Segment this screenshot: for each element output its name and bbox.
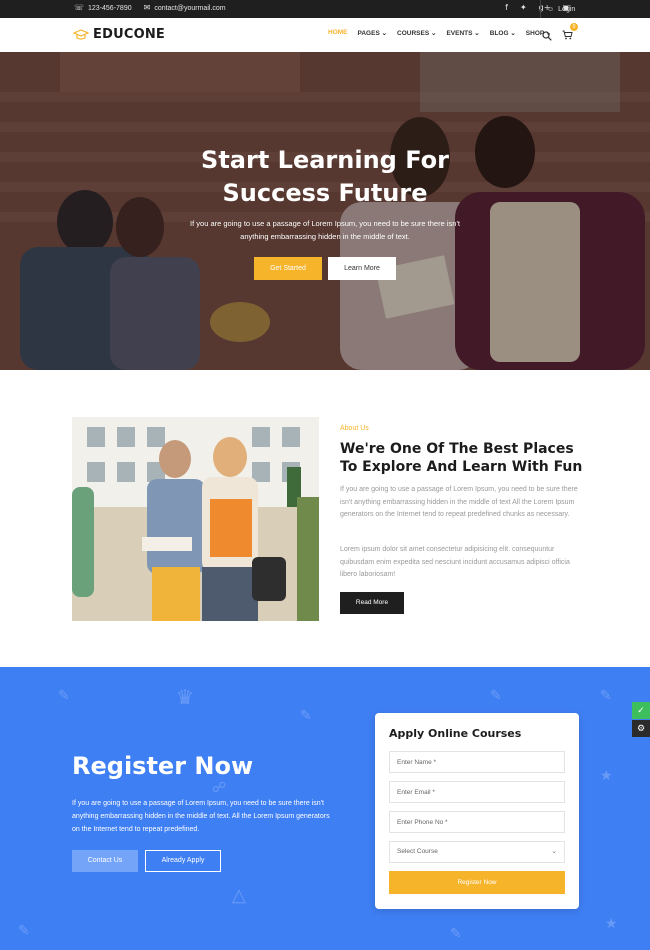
top-bar: ☏ 123-456-7890 ✉ contact@yourmail.com f … <box>0 0 650 18</box>
doodle-icon: ★ <box>605 915 618 931</box>
email-contact[interactable]: ✉ contact@yourmail.com <box>144 4 226 12</box>
chevron-down-icon: ⌄ <box>381 30 388 37</box>
email-field[interactable] <box>389 781 565 803</box>
cart-count-badge: 0 <box>570 23 578 31</box>
phone-icon: ☏ <box>74 3 85 12</box>
nav-courses-label: COURSES <box>397 30 430 37</box>
login-link[interactable]: ☺ Login <box>540 0 640 18</box>
already-apply-button[interactable]: Already Apply <box>145 850 221 872</box>
top-contact-info: ☏ 123-456-7890 ✉ contact@yourmail.com <box>74 4 226 12</box>
doodle-icon: ✎ <box>600 687 612 703</box>
search-icon[interactable] <box>542 31 552 41</box>
contact-us-button[interactable]: Contact Us <box>72 850 138 872</box>
doodle-icon: ✎ <box>450 925 462 941</box>
hero-description: If you are going to use a passage of Lor… <box>190 219 460 241</box>
about-subtitle: About Us <box>340 425 369 432</box>
learn-more-button[interactable]: Learn More <box>328 257 396 280</box>
apply-form-card: Apply Online Courses Select Course ⌄ Reg… <box>375 713 579 909</box>
graduation-cap-icon <box>73 28 89 40</box>
chevron-down-icon: ⌄ <box>474 30 480 37</box>
cart-button[interactable]: 0 <box>562 23 578 45</box>
nav-pages-label: PAGES <box>357 30 380 37</box>
course-select-value: Select Course <box>397 848 438 855</box>
user-icon: ☺ <box>547 5 555 13</box>
nav-pages[interactable]: PAGES ⌄ <box>358 29 388 37</box>
hero-title: Start Learning For Success Future <box>0 144 650 210</box>
side-widgets: ✓ ⚙ <box>632 702 650 737</box>
doodle-icon: ✎ <box>18 922 30 938</box>
hero-section: Start Learning For Success Future If you… <box>0 52 650 370</box>
doodle-icon: △ <box>232 885 246 905</box>
site-logo[interactable]: EDUCONE <box>73 27 165 42</box>
nav-events[interactable]: EVENTS ⌄ <box>446 29 479 37</box>
chevron-down-icon: ⌄ <box>551 848 557 855</box>
register-description: If you are going to use a passage of Lor… <box>72 800 330 833</box>
envelope-icon: ✉ <box>143 3 151 12</box>
doodle-icon: ♛ <box>176 687 194 709</box>
name-field[interactable] <box>389 751 565 773</box>
nav-home[interactable]: HOME <box>328 29 348 37</box>
about-students-image <box>72 417 319 621</box>
about-title: We're One Of The Best Places To Explore … <box>340 441 583 475</box>
course-select[interactable]: Select Course ⌄ <box>389 841 565 863</box>
cart-icon <box>562 30 573 40</box>
main-nav: HOME PAGES ⌄ COURSES ⌄ EVENTS ⌄ BLOG ⌄ S… <box>328 29 551 37</box>
nav-blog-label: BLOG <box>489 30 509 37</box>
read-more-button[interactable]: Read More <box>340 592 404 614</box>
header-actions: 0 <box>542 23 578 45</box>
facebook-icon[interactable]: f <box>505 3 508 12</box>
settings-gear-icon[interactable]: ⚙ <box>632 720 650 737</box>
register-now-button[interactable]: Register Now <box>389 871 565 894</box>
phone-field[interactable] <box>389 811 565 833</box>
email-text: contact@yourmail.com <box>154 4 226 12</box>
register-title: Register Now <box>72 752 254 780</box>
doodle-icon: ✎ <box>58 687 70 703</box>
hero-title-line1: Start Learning For <box>201 146 449 174</box>
phone-contact[interactable]: ☏ 123-456-7890 <box>74 4 132 12</box>
chevron-down-icon: ⌄ <box>431 30 437 37</box>
phone-text: 123-456-7890 <box>88 4 132 12</box>
doodle-icon: ✎ <box>300 707 312 723</box>
logo-text: EDUCONE <box>93 27 165 42</box>
side-cart-icon[interactable]: ✓ <box>632 702 650 719</box>
hero-title-line2: Success Future <box>222 179 428 207</box>
form-title: Apply Online Courses <box>389 727 522 740</box>
chevron-down-icon: ⌄ <box>510 30 516 37</box>
nav-courses[interactable]: COURSES ⌄ <box>397 29 436 37</box>
nav-events-label: EVENTS <box>446 30 473 37</box>
about-paragraph-1: If you are going to use a passage of Lor… <box>340 486 578 518</box>
login-label: Login <box>558 5 576 13</box>
doodle-icon: ☍ <box>212 779 227 795</box>
nav-blog[interactable]: BLOG ⌄ <box>490 29 516 37</box>
doodle-icon: ★ <box>600 767 613 783</box>
hero-dark-overlay <box>0 52 650 370</box>
get-started-button[interactable]: Get Started <box>254 257 322 280</box>
doodle-icon: ✎ <box>490 687 502 703</box>
about-paragraph-2: Lorem ipsum dolor sit amet consectetur a… <box>340 546 570 578</box>
main-header: EDUCONE HOME PAGES ⌄ COURSES ⌄ EVENTS ⌄ … <box>0 18 650 52</box>
twitter-icon[interactable]: ✦ <box>520 3 527 12</box>
